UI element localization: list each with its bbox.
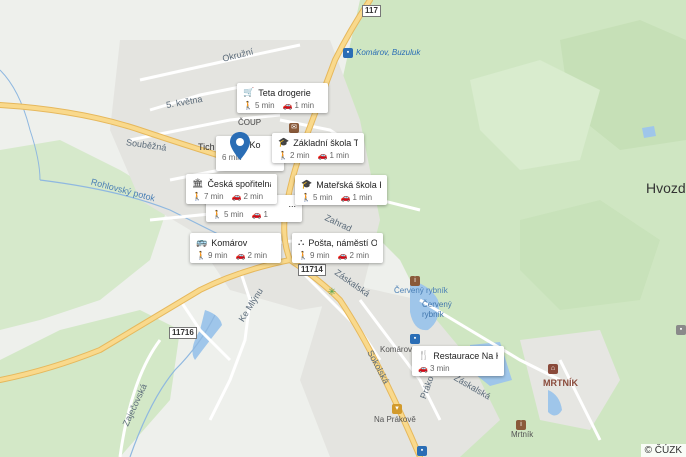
place-label-cerveny-rybnik: Červený rybník — [394, 286, 448, 295]
post-box-icon[interactable]: ✉ — [289, 123, 299, 133]
car-icon: 🚗 — [251, 210, 262, 219]
road-number-11716: 11716 — [169, 327, 197, 339]
drive-time: 🚗 1 min — [317, 151, 350, 160]
poi-card-ceska-sporitelna[interactable]: 🏛 Česká spořitelna 🚶 7 min 🚗 2 min — [186, 174, 277, 204]
drive-time: 🚗 1 — [251, 210, 268, 219]
restaurant-icon: 🍴 — [418, 350, 430, 360]
info-marker-icon[interactable]: i — [410, 276, 420, 286]
card-title: Teta drogerie — [258, 87, 311, 98]
bus-icon: 🚌 — [196, 237, 208, 247]
place-label-mrtnik: MRTNÍK — [543, 378, 578, 388]
card-title: Základní škola T. ... — [293, 137, 358, 148]
place-label-cerveny-rybnik-lake: Červený rybník — [422, 300, 452, 319]
walk-time: 🚶 5 min — [301, 193, 333, 202]
place-label-hvozd: Hvozd — [646, 180, 686, 196]
walk-icon: 🚶 — [196, 251, 206, 260]
cart-icon: 🛒 — [243, 87, 255, 97]
car-icon: 🚗 — [418, 364, 428, 373]
walk-time: 🚶 9 min — [298, 251, 330, 260]
poi-card-restaurace[interactable]: 🍴Restaurace Na K... 🚗3 min — [412, 346, 504, 376]
walk-time: 🚶 9 min — [196, 251, 228, 260]
place-label-na-prakove: Na Prákově — [374, 415, 416, 424]
school-icon: 🎓 — [278, 137, 290, 147]
walk-icon: 🚶 — [243, 101, 253, 110]
walk-time: 🚶 7 min — [192, 192, 224, 201]
walk-icon: 🚶 — [278, 151, 288, 160]
walk-icon: 🚶 — [298, 251, 308, 260]
place-label-cup: ČOUP — [238, 118, 262, 127]
poi-marker-icon[interactable]: ▪ — [676, 325, 686, 335]
poi-card-posta[interactable]: ⛬Pošta, náměstí O... 🚶9 min 🚗2 min — [292, 233, 383, 263]
car-icon: 🚗 — [340, 193, 351, 202]
bus-stop-marker-icon[interactable]: ▪ — [417, 446, 427, 456]
road-number-11714: 11714 — [298, 264, 326, 276]
walk-icon: 🚶 — [301, 193, 311, 202]
car-icon: 🚗 — [231, 192, 242, 201]
drive-time: 🚗 2 min — [337, 251, 370, 260]
walk-time: 🚶 5 min — [212, 210, 244, 219]
walk-time: 🚶 2 min — [278, 151, 310, 160]
card-title: Restaurace Na K... — [433, 350, 498, 361]
bank-icon: 🏛 — [192, 178, 204, 188]
car-icon: 🚗 — [282, 101, 293, 110]
bus-stop-marker-icon[interactable]: ▪ — [343, 48, 353, 58]
map-copyright: © ČÚZK — [640, 444, 686, 457]
walk-time: 🚶 5 min — [243, 101, 275, 110]
poi-card-materska-skola[interactable]: 🎓Mateřská škola K... 🚶5 min 🚗1 min — [295, 175, 387, 205]
poi-card-komarov[interactable]: 🚌 Komárov 🚶 9 min 🚗 2 min — [190, 233, 281, 263]
place-label-tich: Tich — [198, 142, 215, 152]
map-view[interactable]: 117 11714 11716 Hvozd MRTNÍK Mrtník Červ… — [0, 0, 686, 457]
bus-stop-marker-icon[interactable]: ▪ — [410, 334, 420, 344]
road-number-117: 117 — [362, 5, 381, 17]
drive-time: 🚗 1 min — [282, 101, 315, 110]
pub-marker-icon[interactable]: ▾ — [392, 404, 402, 414]
drive-time: 🚗 3 min — [418, 364, 450, 373]
selected-location-pin-icon[interactable] — [229, 131, 251, 161]
place-label-mrtnik-small: Mrtník — [511, 430, 534, 439]
car-icon: 🚗 — [317, 151, 328, 160]
poi-card-teta-drogerie[interactable]: 🛒 Teta drogerie 🚶 5 min 🚗 1 min — [237, 83, 328, 113]
card-title: Česká spořitelna — [207, 178, 271, 189]
bus-stop-label: Komárov, Buzuluk — [356, 48, 421, 57]
school-icon: 🎓 — [301, 179, 313, 189]
park-marker-icon[interactable]: ✳ — [327, 288, 337, 298]
drive-time: 🚗 2 min — [235, 251, 268, 260]
car-icon: 🚗 — [337, 251, 348, 260]
info-marker-icon[interactable]: i — [516, 420, 526, 430]
card-title: Mateřská škola K... — [316, 179, 381, 190]
card-title: Pošta, náměstí O... — [308, 237, 377, 248]
poi-card-zakladni-skola[interactable]: 🎓Základní škola T. ... 🚶2 min 🚗1 min — [272, 133, 364, 163]
post-icon: ⛬ — [298, 237, 305, 247]
car-icon: 🚗 — [235, 251, 246, 260]
walk-icon: 🚶 — [212, 210, 222, 219]
drive-time: 🚗 1 min — [340, 193, 373, 202]
card-title: Komárov — [211, 237, 248, 248]
walk-icon: 🚶 — [192, 192, 202, 201]
museum-marker-icon[interactable]: ⌂ — [548, 364, 558, 374]
drive-time: 🚗 2 min — [231, 192, 264, 201]
